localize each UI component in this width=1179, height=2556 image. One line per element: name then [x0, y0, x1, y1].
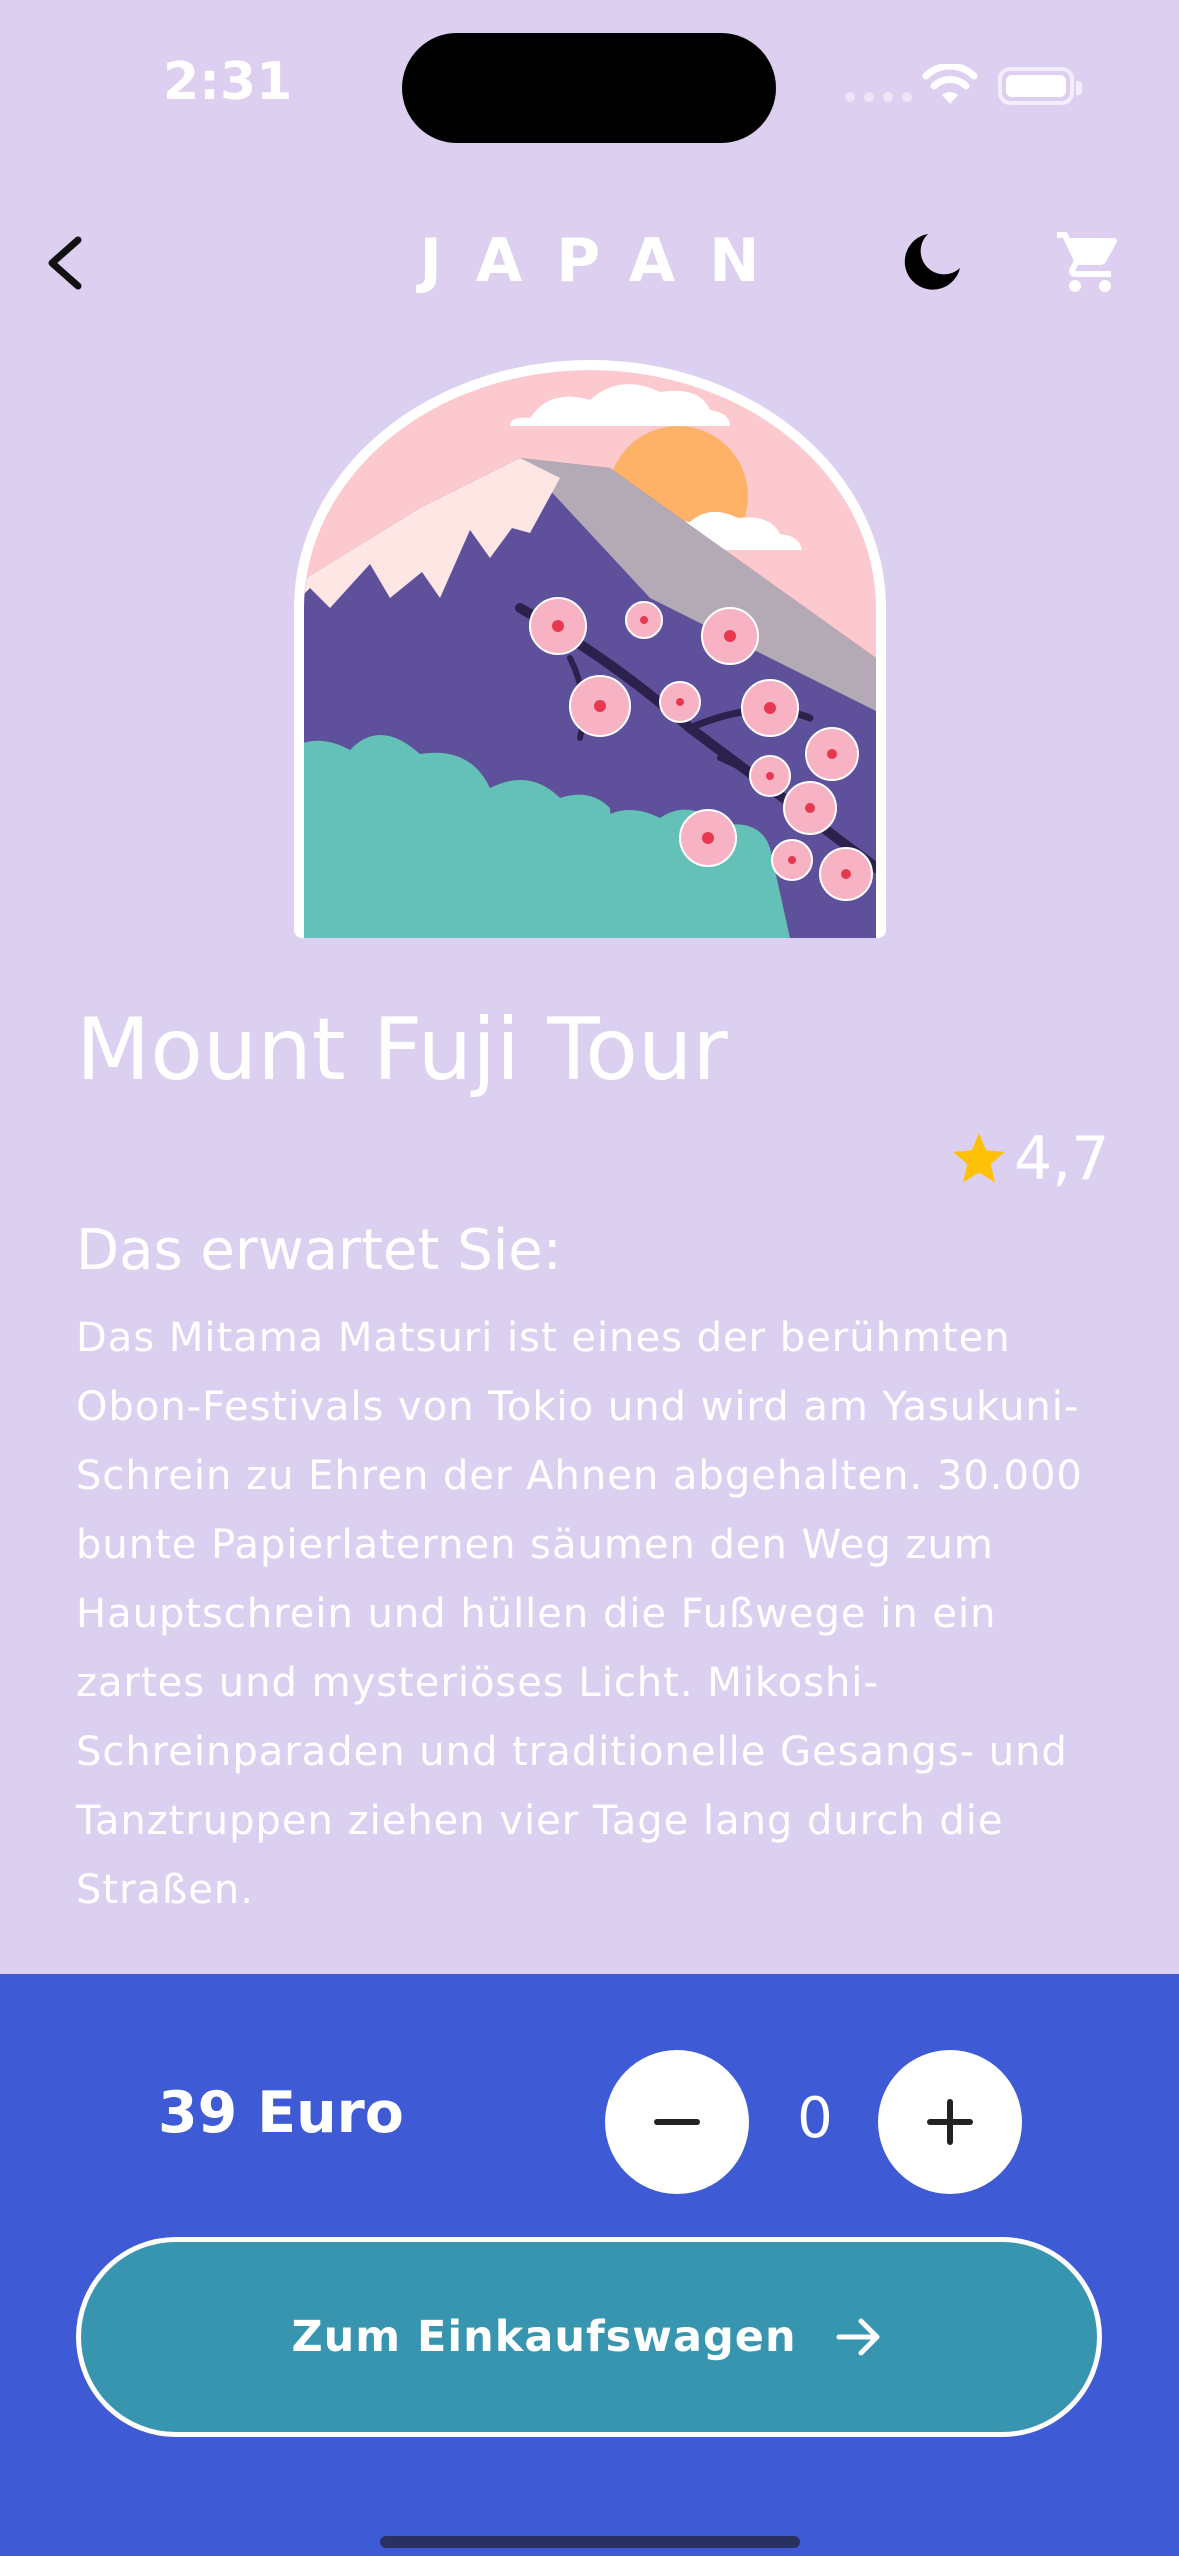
add-to-cart-button[interactable]: Zum Einkaufswagen	[76, 2237, 1102, 2437]
minus-icon	[654, 2119, 700, 2125]
theme-toggle-button[interactable]	[898, 226, 968, 296]
plus-icon	[927, 2099, 973, 2145]
price-label: 39 Euro	[158, 2080, 404, 2146]
purchase-panel: 39 Euro 0 Zum Einkaufswagen	[0, 1974, 1179, 2556]
wifi-icon	[922, 64, 978, 104]
moon-icon	[904, 234, 960, 290]
increase-quantity-button[interactable]	[878, 2050, 1022, 2194]
cart-button[interactable]	[1054, 226, 1126, 298]
rating: 4,7	[948, 1124, 1109, 1194]
status-bar: 2:31	[0, 0, 1179, 180]
add-to-cart-label: Zum Einkaufswagen	[291, 2312, 797, 2362]
arrow-right-icon	[836, 2318, 880, 2356]
status-time: 2:31	[163, 52, 293, 112]
product-title: Mount Fuji Tour	[76, 1000, 728, 1100]
rating-value: 4,7	[1014, 1124, 1110, 1194]
cellular-signal-icon	[845, 92, 912, 102]
product-details: Mount Fuji Tour 4,7 Das erwartet Sie: Da…	[0, 346, 1179, 1974]
home-indicator[interactable]	[380, 2536, 800, 2548]
battery-icon	[998, 67, 1082, 105]
shopping-cart-icon	[1057, 232, 1118, 292]
section-heading: Das erwartet Sie:	[76, 1218, 562, 1283]
dynamic-island	[402, 33, 776, 143]
mount-fuji-illustration	[294, 360, 886, 938]
product-description: Das Mitama Matsuri ist eines der berühmt…	[76, 1315, 1083, 1913]
decrease-quantity-button[interactable]	[605, 2050, 749, 2194]
quantity-value: 0	[797, 2086, 833, 2151]
star-icon	[953, 1133, 1005, 1183]
page-title: JAPAN	[419, 226, 794, 296]
app-header: JAPAN	[0, 180, 1179, 346]
